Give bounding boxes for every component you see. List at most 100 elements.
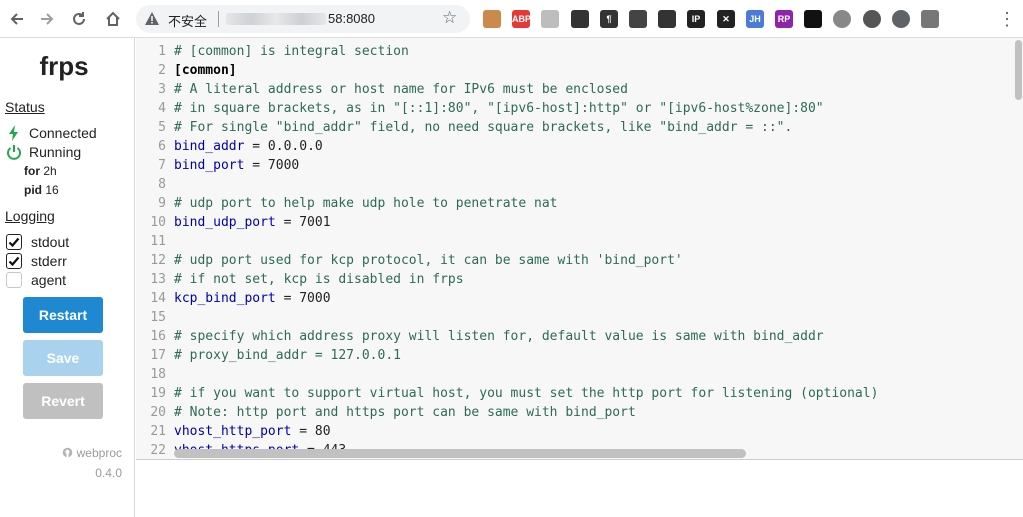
power-icon: [7, 145, 21, 160]
uptime-key: for: [24, 164, 40, 178]
dots-extension-icon[interactable]: [804, 10, 822, 28]
stdout-label: stdout: [31, 234, 70, 250]
network-extension-icon[interactable]: [833, 10, 851, 28]
config-comment: # specify which address proxy will liste…: [174, 329, 824, 344]
code-line[interactable]: 16 # specify which address proxy will lis…: [136, 327, 1023, 346]
config-comment: # A literal address or host name for IPv…: [174, 82, 628, 97]
code-line[interactable]: 3 # A literal address or host name for IP…: [136, 80, 1023, 99]
code-line[interactable]: 7 bind_port = 7000: [136, 156, 1023, 175]
code-line[interactable]: 19 # if you want to support virtual host,…: [136, 384, 1023, 403]
config-value: = 0.0.0.0: [244, 139, 323, 154]
line-number: 17: [150, 348, 166, 363]
code-line[interactable]: 17 # proxy_bind_addr = 127.0.0.1: [136, 346, 1023, 365]
mask-extension-icon[interactable]: [658, 10, 676, 28]
config-comment: # if not set, kcp is disabled in frps: [174, 272, 464, 287]
mail-extension-icon[interactable]: [541, 10, 559, 28]
profile-avatar-icon[interactable]: [921, 10, 939, 28]
uptime-info: for 2h: [24, 164, 57, 178]
pid-value: 16: [45, 183, 59, 197]
qr-code-icon[interactable]: [571, 10, 589, 28]
code-line[interactable]: 2 [common]: [136, 61, 1023, 80]
browser-menu-button[interactable]: ⋮: [994, 6, 1020, 32]
save-button[interactable]: Save: [23, 340, 103, 376]
code-line[interactable]: 13 # if not set, kcp is disabled in frps: [136, 270, 1023, 289]
pilcrow-icon[interactable]: ¶: [600, 10, 618, 28]
reload-button[interactable]: [66, 6, 92, 32]
rp-extension-icon[interactable]: RP: [775, 10, 793, 28]
line-number: 18: [150, 367, 166, 382]
code-line[interactable]: 15: [136, 308, 1023, 327]
vertical-scrollbar[interactable]: [1013, 38, 1023, 459]
webproc-link[interactable]: webproc: [62, 446, 122, 460]
code-line[interactable]: 10 bind_udp_port = 7001: [136, 213, 1023, 232]
reload-icon: [73, 12, 85, 25]
code-line[interactable]: 8: [136, 175, 1023, 194]
code-line[interactable]: 14 kcp_bind_port = 7000: [136, 289, 1023, 308]
line-number: 22: [150, 443, 166, 458]
code-line[interactable]: 18: [136, 365, 1023, 384]
line-number: 2: [158, 63, 166, 78]
revert-button[interactable]: Revert: [23, 383, 103, 419]
home-button[interactable]: [100, 6, 126, 32]
config-entry: vhost_http_port = 80: [174, 422, 331, 441]
horizontal-scroll-thumb[interactable]: [174, 449, 746, 458]
agent-checkbox[interactable]: [6, 272, 22, 288]
pen-icon[interactable]: [629, 10, 647, 28]
back-button[interactable]: [4, 6, 30, 32]
bookmark-star-icon[interactable]: ☆: [442, 8, 457, 28]
code-line[interactable]: 9 # udp port to help make udp hole to pen…: [136, 194, 1023, 213]
connected-label: Connected: [29, 125, 97, 141]
x-extension-icon[interactable]: ✕: [717, 10, 735, 28]
url-text[interactable]: 58:8080: [328, 11, 375, 26]
config-entry: kcp_bind_port = 7000: [174, 289, 331, 308]
line-number: 6: [158, 139, 166, 154]
stdout-checkbox[interactable]: [6, 234, 22, 250]
config-comment: # proxy_bind_addr = 127.0.0.1: [174, 348, 401, 363]
config-entry: bind_port = 7000: [174, 156, 299, 175]
config-value: = 7001: [275, 215, 331, 230]
pid-info: pid 16: [24, 183, 59, 197]
pid-key: pid: [24, 183, 42, 197]
puzzle-icon[interactable]: [892, 10, 910, 28]
config-entry: bind_udp_port = 7001: [174, 213, 331, 232]
config-comment: # if you want to support virtual host, y…: [174, 386, 879, 401]
config-key: bind_udp_port: [174, 215, 276, 230]
vertical-scroll-thumb[interactable]: [1015, 40, 1022, 100]
code-line[interactable]: 12 # udp port used for kcp protocol, it c…: [136, 251, 1023, 270]
config-comment: # udp port used for kcp protocol, it can…: [174, 253, 683, 268]
code-line[interactable]: 4 # in square brackets, as in "[::1]:80",…: [136, 99, 1023, 118]
github-icon: [62, 447, 72, 458]
adblock-icon[interactable]: ABP: [512, 10, 531, 28]
line-number: 4: [158, 101, 166, 116]
code-line[interactable]: 21 vhost_http_port = 80: [136, 422, 1023, 441]
config-key: bind_port: [174, 158, 245, 173]
code-line[interactable]: 6 bind_addr = 0.0.0.0: [136, 137, 1023, 156]
stderr-checkbox[interactable]: [6, 253, 22, 269]
warning-icon: [145, 12, 159, 25]
security-label[interactable]: 不安全: [168, 11, 207, 30]
code-line[interactable]: 20 # Note: http port and https port can b…: [136, 403, 1023, 422]
gear-extension-icon[interactable]: [863, 10, 881, 28]
home-icon: [106, 11, 120, 26]
ip-extension-icon[interactable]: IP: [687, 10, 705, 28]
back-arrow-icon: [10, 13, 23, 25]
output-pane: [136, 459, 1023, 517]
code-line[interactable]: 1 # [common] is integral section: [136, 42, 1023, 61]
config-key: bind_addr: [174, 139, 245, 154]
config-value: = 80: [291, 424, 331, 439]
brand-label: webproc: [76, 446, 122, 460]
line-number: 19: [150, 386, 166, 401]
config-editor[interactable]: 1 # [common] is integral section 2 [common]…: [136, 38, 1023, 459]
sidebar: frps Status Connected Running for 2h pid…: [0, 38, 135, 517]
line-number: 10: [150, 215, 166, 230]
code-line[interactable]: 5 # For single "bind_addr" field, no need…: [136, 118, 1023, 137]
forward-button[interactable]: [34, 6, 60, 32]
restart-button[interactable]: Restart: [23, 297, 103, 333]
cookie-extension-icon[interactable]: [483, 10, 501, 28]
config-value: = 7000: [275, 291, 331, 306]
code-line[interactable]: 11: [136, 232, 1023, 251]
config-comment: # [common] is integral section: [174, 44, 409, 59]
address-bar[interactable]: 不安全 58:8080 ☆: [136, 5, 470, 33]
line-number: 13: [150, 272, 166, 287]
jh-extension-icon[interactable]: JH: [746, 10, 764, 28]
